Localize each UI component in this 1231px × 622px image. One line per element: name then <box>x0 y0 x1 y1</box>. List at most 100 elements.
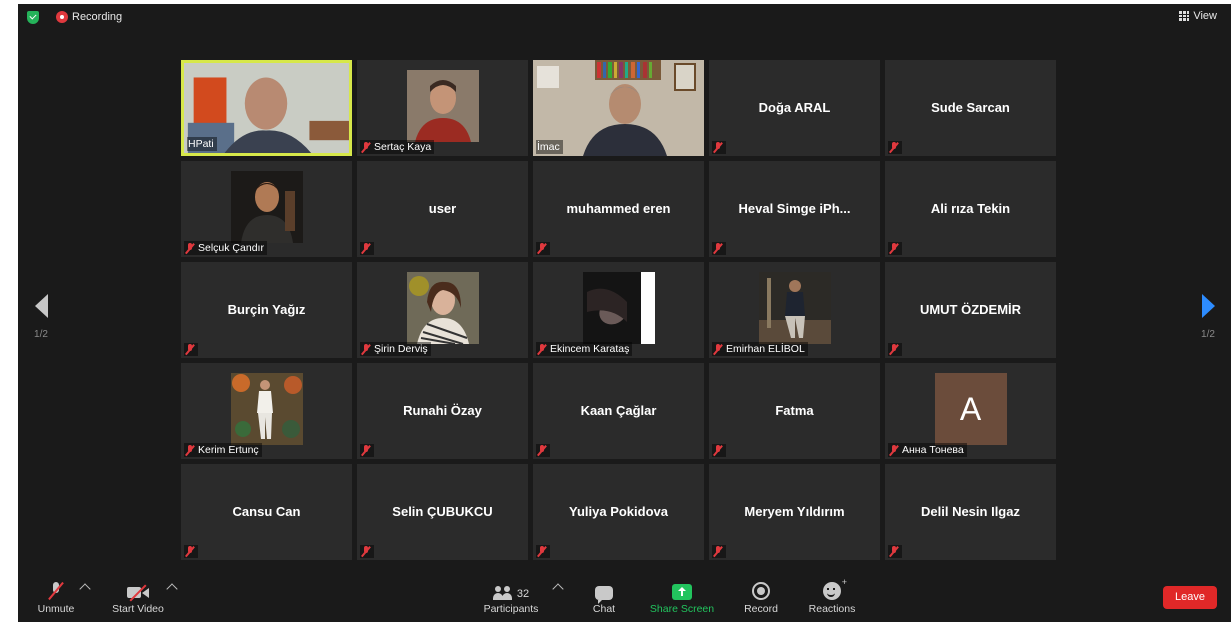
chat-bubble-icon <box>595 586 613 604</box>
participant-tile[interactable]: Selçuk Çandır <box>181 161 352 257</box>
start-video-button[interactable]: Start Video <box>106 580 170 615</box>
muted-mic-icon <box>889 344 899 355</box>
participant-tile[interactable]: Doğa ARAL <box>709 60 880 156</box>
muted-mic-icon <box>185 444 195 456</box>
participant-tile[interactable]: Heval Simge iPh... <box>709 161 880 257</box>
participant-name-label: Анна Тонева <box>888 443 967 457</box>
participant-tile[interactable]: Emirhan ELİBOL <box>709 262 880 358</box>
leave-button[interactable]: Leave <box>1163 586 1217 609</box>
participants-button[interactable]: 32 Participants <box>478 580 544 615</box>
participant-photo <box>230 171 303 243</box>
participant-tile[interactable]: Ali rıza Tekin <box>885 161 1056 257</box>
participant-tile[interactable]: A Анна Тонева <box>885 363 1056 459</box>
recording-label: Recording <box>72 11 123 23</box>
participant-name-label <box>888 141 902 154</box>
participant-name-label: Kerim Ertunç <box>184 443 262 457</box>
participant-name-label <box>888 242 902 255</box>
muted-mic-icon <box>889 444 899 456</box>
participant-name-label <box>184 343 198 356</box>
participant-name-label: Şirin Derviş <box>360 342 431 356</box>
meeting-toolbar: Unmute Start Video 32 Participants Chat … <box>18 574 1231 622</box>
participant-tile[interactable]: İmac <box>533 60 704 156</box>
participant-name: user <box>428 201 457 216</box>
participant-tile[interactable]: Delil Nesin Ilgaz <box>885 464 1056 560</box>
muted-mic-icon <box>361 546 371 557</box>
gallery-grid: HPati Sertaç Kaya İmac Doğa ARAL Sude Sa… <box>181 60 1058 563</box>
muted-mic-icon <box>537 445 547 456</box>
grid-view-icon <box>1179 11 1190 21</box>
share-screen-icon <box>672 584 692 600</box>
participant-tile[interactable]: Sude Sarcan <box>885 60 1056 156</box>
microphone-muted-icon <box>49 582 63 600</box>
participant-tile[interactable]: Fatma <box>709 363 880 459</box>
participant-tile[interactable]: HPati <box>181 60 352 156</box>
participant-name-label <box>712 545 726 558</box>
participant-name-label <box>360 242 374 255</box>
share-screen-label: Share Screen <box>649 603 715 615</box>
participant-name-label: HPati <box>187 137 217 151</box>
muted-mic-icon <box>537 343 547 355</box>
reactions-button[interactable]: + Reactions <box>804 577 860 615</box>
participant-name-label: Sertaç Kaya <box>360 140 435 154</box>
participant-name: UMUT ÖZDEMİR <box>919 302 1022 317</box>
participant-avatar: A <box>934 373 1007 445</box>
audio-options-caret-icon[interactable] <box>79 583 91 595</box>
next-page-button[interactable]: 1/2 <box>1188 294 1228 340</box>
encryption-shield-icon[interactable] <box>27 11 39 24</box>
participant-tile[interactable]: UMUT ÖZDEMİR <box>885 262 1056 358</box>
participant-tile[interactable]: Cansu Can <box>181 464 352 560</box>
participant-tile[interactable]: Selin ÇUBUKCU <box>357 464 528 560</box>
chat-label: Chat <box>592 603 616 615</box>
participant-tile[interactable]: Meryem Yıldırım <box>709 464 880 560</box>
muted-mic-icon <box>185 344 195 355</box>
share-screen-button[interactable]: Share Screen <box>644 580 720 615</box>
participant-name: Meryem Yıldırım <box>744 504 845 519</box>
participant-tile[interactable]: Kaan Çağlar <box>533 363 704 459</box>
participant-name-label <box>712 242 726 255</box>
participant-name: Burçin Yağız <box>227 302 306 317</box>
participant-name: Fatma <box>775 403 814 418</box>
participant-name-label: Ekincem Karataş <box>536 342 633 356</box>
muted-mic-icon <box>889 142 899 153</box>
previous-page-button[interactable]: 1/2 <box>21 294 61 340</box>
page-indicator: 1/2 <box>34 329 48 340</box>
participant-tile[interactable]: Ekincem Karataş <box>533 262 704 358</box>
zoom-meeting-window: Recording View 1/2 1/2 HPati Sertaç Kaya… <box>18 4 1231 622</box>
muted-mic-icon <box>713 546 723 557</box>
participant-name: Kaan Çağlar <box>580 403 657 418</box>
muted-mic-icon <box>185 242 195 254</box>
participant-photo <box>406 272 479 344</box>
participants-options-caret-icon[interactable] <box>552 583 564 595</box>
participant-photo <box>230 373 303 445</box>
muted-mic-icon <box>361 243 371 254</box>
participant-name: Selin ÇUBUKCU <box>392 504 493 519</box>
top-bar: Recording View <box>18 4 1231 32</box>
participant-tile[interactable]: Şirin Derviş <box>357 262 528 358</box>
participant-tile[interactable]: Sertaç Kaya <box>357 60 528 156</box>
participant-tile[interactable]: user <box>357 161 528 257</box>
participant-tile[interactable]: Runahi Özay <box>357 363 528 459</box>
participant-tile[interactable]: muhammed eren <box>533 161 704 257</box>
unmute-button[interactable]: Unmute <box>32 580 80 615</box>
participant-photo <box>406 70 479 142</box>
participant-name: Heval Simge iPh... <box>738 201 851 216</box>
participant-name: Ali rıza Tekin <box>930 201 1011 216</box>
chevron-right-icon <box>1201 294 1215 318</box>
participant-photo <box>758 272 831 344</box>
participant-tile[interactable]: Yuliya Pokidova <box>533 464 704 560</box>
participant-tile[interactable]: Burçin Yağız <box>181 262 352 358</box>
participant-name-label <box>536 444 550 457</box>
participant-name-label <box>360 545 374 558</box>
chat-button[interactable]: Chat <box>586 580 622 615</box>
participant-name-label: İmac <box>536 140 563 154</box>
view-label: View <box>1193 10 1217 22</box>
muted-mic-icon <box>889 243 899 254</box>
chevron-left-icon <box>34 294 48 318</box>
participants-label: Participants <box>483 603 539 615</box>
record-button[interactable]: Record <box>740 580 782 615</box>
participant-name-label <box>184 545 198 558</box>
muted-mic-icon <box>361 445 371 456</box>
participant-tile[interactable]: Kerim Ertunç <box>181 363 352 459</box>
page-indicator: 1/2 <box>1201 329 1215 340</box>
view-button[interactable]: View <box>1179 10 1217 22</box>
